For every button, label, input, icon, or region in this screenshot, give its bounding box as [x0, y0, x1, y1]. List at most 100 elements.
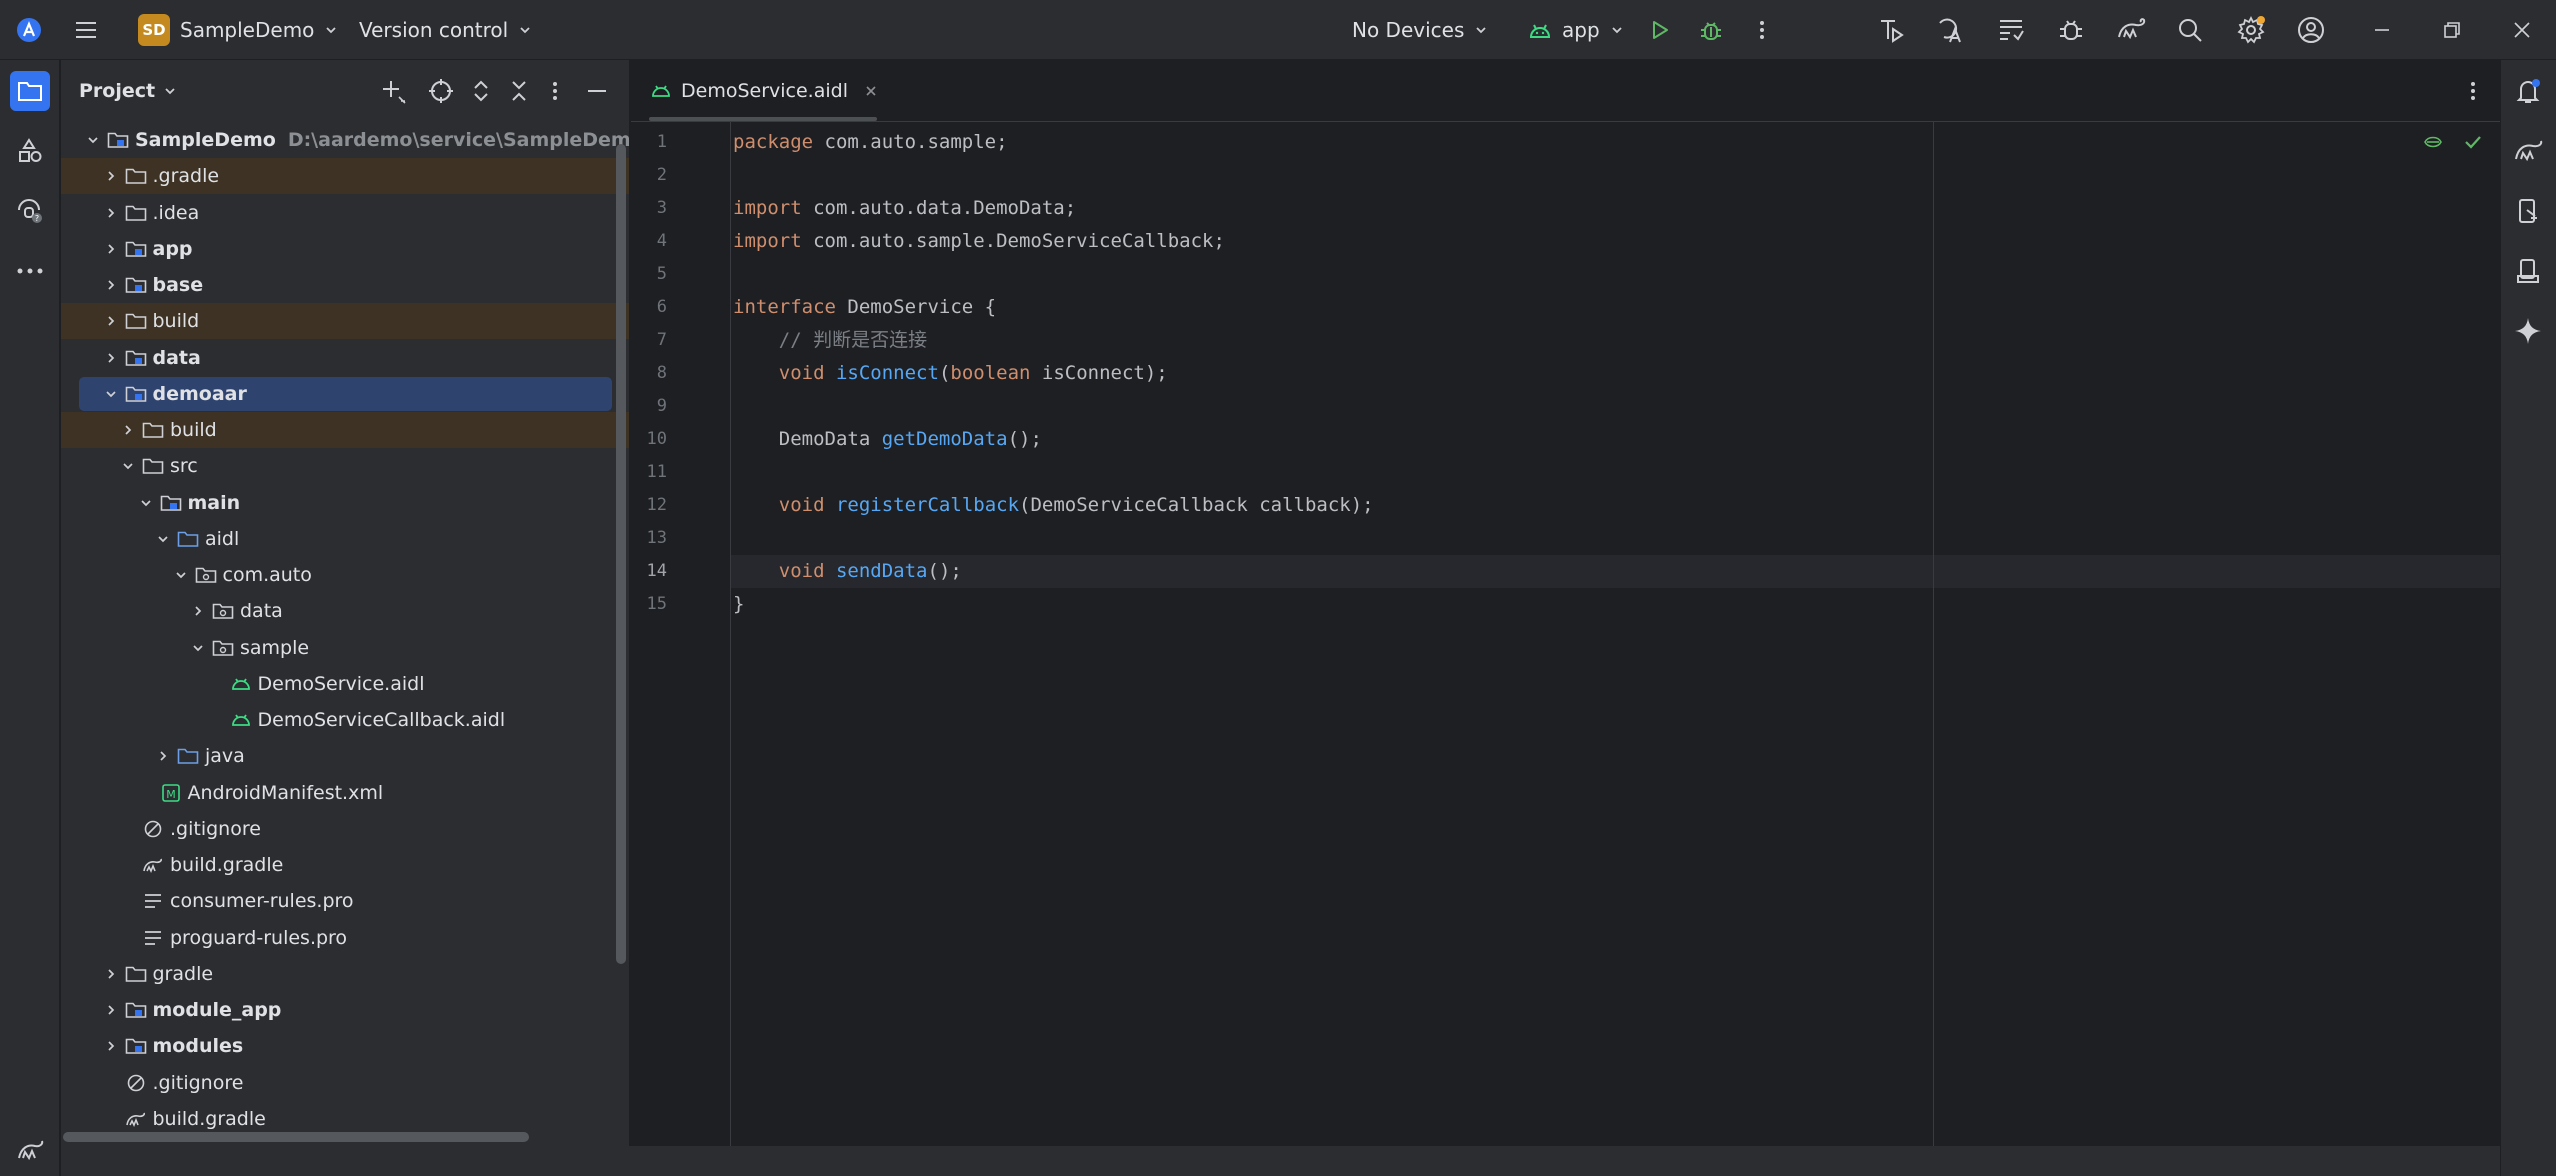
- chevron-right-icon[interactable]: [101, 158, 121, 194]
- device-selector[interactable]: No Devices: [1352, 0, 1488, 60]
- code-line[interactable]: // 判断是否连接: [733, 324, 927, 357]
- more-tool-windows-icon[interactable]: [10, 251, 50, 291]
- tab-demoservice-aidl[interactable]: DemoService.aidl: [631, 60, 898, 122]
- tree-item[interactable]: build: [61, 303, 629, 340]
- chevron-right-icon[interactable]: [153, 738, 173, 774]
- code-line[interactable]: import com.auto.sample.DemoServiceCallba…: [733, 225, 1225, 258]
- bug-icon[interactable]: [2056, 0, 2086, 60]
- apply-changes-icon[interactable]: [1876, 0, 1906, 60]
- gemini-sparkle-icon[interactable]: [2513, 316, 2543, 350]
- tree-item[interactable]: java: [61, 738, 629, 774]
- project-selector[interactable]: SD SampleDemo: [138, 0, 338, 60]
- panel-options-icon[interactable]: [545, 77, 565, 109]
- chevron-right-icon[interactable]: [188, 593, 208, 629]
- tree-item[interactable]: data: [61, 340, 629, 376]
- tree-item[interactable]: src: [61, 448, 629, 484]
- chevron-right-icon[interactable]: [101, 340, 121, 376]
- chevron-right-icon[interactable]: [101, 956, 121, 992]
- code-line[interactable]: }: [733, 588, 744, 621]
- gradle-panel-icon[interactable]: [2513, 136, 2543, 168]
- expand-all-icon[interactable]: [467, 77, 495, 109]
- tree-item[interactable]: aidl: [61, 521, 629, 557]
- chevron-right-icon[interactable]: [101, 231, 121, 267]
- tree-item[interactable]: gradle: [61, 956, 629, 992]
- new-file-icon[interactable]: [379, 77, 407, 109]
- tree-item[interactable]: main: [61, 485, 629, 521]
- code-line[interactable]: package com.auto.sample;: [733, 126, 1008, 159]
- minimize-icon[interactable]: [2372, 0, 2392, 60]
- app-logo-icon[interactable]: [14, 0, 44, 60]
- code-line[interactable]: DemoData getDemoData();: [733, 423, 1042, 456]
- tree-item[interactable]: SampleDemo D:\aardemo\service\SampleDemo\…: [61, 122, 629, 158]
- search-icon[interactable]: [2176, 0, 2204, 60]
- running-devices-icon[interactable]: [2513, 256, 2543, 290]
- chevron-down-icon[interactable]: [118, 448, 138, 484]
- code-line[interactable]: interface DemoService {: [733, 291, 996, 324]
- notifications-icon[interactable]: [2513, 76, 2543, 110]
- code-line[interactable]: void registerCallback(DemoServiceCallbac…: [733, 489, 1374, 522]
- tree-item[interactable]: .gitignore: [61, 1065, 629, 1101]
- more-actions-icon[interactable]: [1752, 0, 1772, 60]
- chevron-right-icon[interactable]: [118, 412, 138, 448]
- code-line[interactable]: import com.auto.data.DemoData;: [733, 192, 1076, 225]
- tree-item[interactable]: module_app: [61, 992, 629, 1028]
- tree-item[interactable]: modules: [61, 1028, 629, 1064]
- tree-item[interactable]: app: [61, 231, 629, 267]
- run-config-selector[interactable]: app: [1528, 0, 1624, 60]
- app-quality-insights-icon[interactable]: ?: [10, 191, 50, 231]
- ai-assistant-status-icon[interactable]: [2421, 130, 2445, 158]
- tree-item[interactable]: M AndroidManifest.xml: [61, 775, 629, 811]
- tree-item[interactable]: .gradle: [61, 158, 629, 195]
- tree-item[interactable]: com.auto: [61, 557, 629, 593]
- project-tool-icon[interactable]: [10, 71, 50, 111]
- version-control-menu[interactable]: Version control: [359, 0, 532, 60]
- translate-icon[interactable]: [1936, 0, 1966, 60]
- collapse-all-icon[interactable]: [505, 77, 533, 109]
- settings-gear-icon[interactable]: [2236, 0, 2266, 60]
- run-icon[interactable]: [1648, 0, 1672, 60]
- tree-item[interactable]: DemoServiceCallback.aidl: [61, 702, 629, 738]
- chevron-down-icon[interactable]: [153, 521, 173, 557]
- project-vertical-scrollbar[interactable]: [616, 144, 626, 964]
- project-horizontal-scrollbar[interactable]: [63, 1132, 529, 1142]
- tree-item[interactable]: proguard-rules.pro: [61, 920, 629, 956]
- tree-item[interactable]: .gitignore: [61, 811, 629, 847]
- close-tab-icon[interactable]: [864, 84, 878, 98]
- chevron-down-icon[interactable]: [83, 122, 103, 158]
- logcat-icon[interactable]: [1996, 0, 2026, 60]
- tree-item[interactable]: build.gradle: [61, 847, 629, 883]
- tree-item[interactable]: .idea: [61, 195, 629, 231]
- project-view-selector[interactable]: Project: [79, 60, 177, 122]
- chevron-right-icon[interactable]: [101, 1028, 121, 1064]
- hide-panel-icon[interactable]: [583, 77, 611, 109]
- no-problems-check-icon[interactable]: [2461, 130, 2485, 158]
- tree-item[interactable]: DemoService.aidl: [61, 666, 629, 702]
- account-icon[interactable]: [2296, 0, 2326, 60]
- chevron-right-icon[interactable]: [101, 992, 121, 1028]
- chevron-down-icon[interactable]: [188, 630, 208, 666]
- tree-item[interactable]: base: [61, 267, 629, 303]
- tree-item[interactable]: demoaar: [61, 376, 629, 412]
- debug-icon[interactable]: [1698, 0, 1724, 60]
- device-manager-icon[interactable]: [2513, 196, 2543, 230]
- gradle-tool-icon[interactable]: [10, 1130, 50, 1170]
- chevron-down-icon[interactable]: [101, 376, 121, 412]
- resource-manager-icon[interactable]: [10, 131, 50, 171]
- restore-icon[interactable]: [2442, 0, 2462, 60]
- chevron-down-icon[interactable]: [136, 485, 156, 521]
- editor-tabs-menu-icon[interactable]: [2463, 78, 2483, 108]
- chevron-right-icon[interactable]: [101, 195, 121, 231]
- close-window-icon[interactable]: [2512, 0, 2532, 60]
- tree-item[interactable]: consumer-rules.pro: [61, 883, 629, 919]
- chevron-right-icon[interactable]: [101, 303, 121, 339]
- gradle-sync-icon[interactable]: [2116, 0, 2148, 60]
- main-menu-icon[interactable]: [72, 0, 100, 60]
- code-line[interactable]: void isConnect(boolean isConnect);: [733, 357, 1168, 390]
- chevron-right-icon[interactable]: [101, 267, 121, 303]
- code-line[interactable]: void sendData();: [733, 555, 962, 588]
- tree-item[interactable]: build: [61, 412, 629, 448]
- chevron-down-icon[interactable]: [171, 557, 191, 593]
- tree-item[interactable]: data: [61, 593, 629, 629]
- locate-file-icon[interactable]: [427, 77, 455, 109]
- tree-item[interactable]: sample: [61, 630, 629, 666]
